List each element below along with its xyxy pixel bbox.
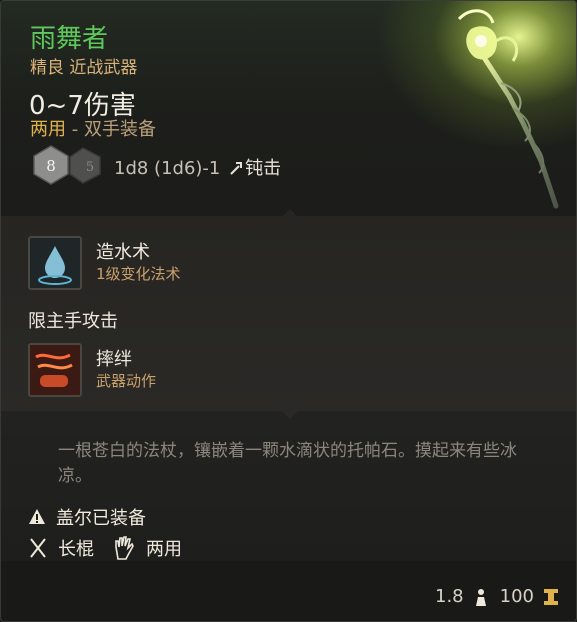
weapon-properties: 长棍 两用 [28, 535, 182, 561]
damage-type: 钝击 [245, 158, 282, 179]
item-rarity-type: 精良 近战武器 [30, 58, 138, 78]
damage-dice-icon: 8 5 [33, 145, 101, 185]
gold-coin-icon [544, 588, 558, 605]
skill-subtitle: 武器动作 [96, 372, 157, 390]
item-footer: 1.8 100 [429, 586, 560, 607]
grip-label: 两用 [146, 539, 182, 560]
gold-value: 100 [499, 586, 534, 607]
item-handedness: 两用 - 双手装备 [30, 115, 156, 141]
bludgeon-icon [230, 162, 243, 175]
handedness-detail: 双手装备 [83, 119, 156, 140]
trip-attack-icon [28, 343, 82, 397]
skill-text: 摔绊 武器动作 [96, 349, 156, 391]
warning-icon [29, 509, 45, 524]
item-tooltip: 雨舞者 精良 近战武器 0~7伤害 两用 - 双手装备 8 5 1d8 (1d6… [0, 0, 577, 622]
skill-topple[interactable]: 摔绊 武器动作 [28, 343, 156, 397]
weight-value: 1.8 [435, 586, 464, 607]
weight-icon [475, 588, 486, 606]
skill-name: 摔绊 [96, 349, 132, 370]
handedness-label: 两用 [30, 119, 66, 140]
skill-text: 造水术 1级变化法术 [96, 242, 181, 284]
skill-create-water[interactable]: 造水术 1级变化法术 [28, 236, 181, 290]
equipped-label: 盖尔已装备 [56, 508, 146, 529]
die-d6-value: 5 [86, 160, 94, 175]
weapon-class: 长棍 [58, 539, 94, 560]
skill-subtitle: 1级变化法术 [96, 265, 181, 283]
handedness-separator: - [66, 119, 84, 140]
damage-roll: 1d8 (1d6)-1 钝击 [114, 154, 281, 180]
damage-roll-value: 1d8 (1d6)-1 [114, 158, 221, 179]
staff-artwork-icon [457, 9, 559, 209]
equipped-status: 盖尔已装备 [28, 504, 146, 530]
skill-name: 造水术 [96, 242, 150, 263]
die-d8-value: 8 [46, 157, 56, 175]
item-name: 雨舞者 [30, 24, 109, 54]
water-drop-icon [28, 236, 82, 290]
versatile-hand-icon [115, 536, 134, 560]
item-description: 一根苍白的法杖，镶嵌着一颗水滴状的托帕石。摸起来有些冰凉。 [58, 441, 517, 486]
section-divider-arrow [282, 209, 298, 217]
section-divider-arrow [282, 411, 298, 419]
attack-restriction: 限主手攻击 [28, 311, 118, 332]
quarterstaff-icon [30, 538, 46, 558]
